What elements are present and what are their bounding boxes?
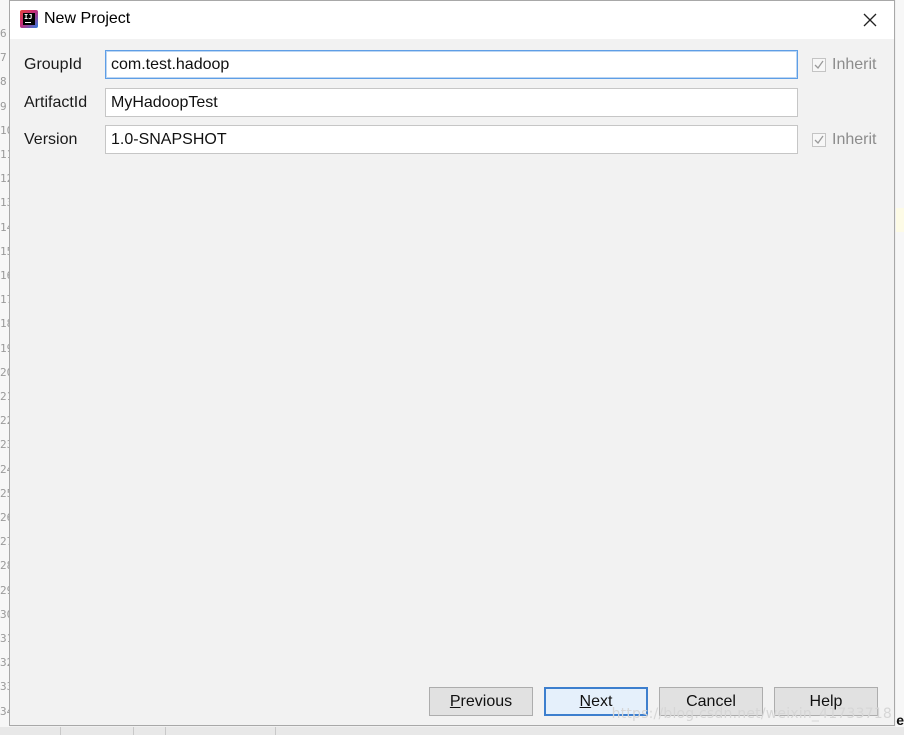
bottom-bar-divider (60, 727, 61, 735)
groupid-inherit-checkbox[interactable]: Inherit (812, 56, 876, 74)
previous-label: revious (460, 692, 513, 710)
previous-button[interactable]: Previous (429, 687, 533, 716)
bottom-bar-divider (165, 727, 166, 735)
watermark-text: https://blog.csdn.net/weixin_41733718 (611, 706, 892, 722)
new-project-dialog: IJ New Project GroupId Inherit ArtifactI… (9, 0, 895, 726)
version-field[interactable] (105, 125, 798, 154)
bottom-bar-divider (133, 727, 134, 735)
version-inherit-checkbox[interactable]: Inherit (812, 131, 876, 149)
groupid-label: GroupId (24, 56, 82, 73)
inherit-label: Inherit (832, 56, 877, 73)
dialog-titlebar[interactable]: IJ New Project (10, 1, 894, 39)
artifactid-field[interactable] (105, 88, 798, 117)
background-edge-glyph: e (896, 712, 904, 728)
intellij-idea-icon: IJ (20, 10, 38, 28)
checkmark-icon (814, 60, 824, 70)
editor-bottom-bar (0, 727, 904, 735)
next-label: ext (591, 692, 613, 710)
inherit-label: Inherit (832, 131, 877, 148)
next-mnemonic: N (579, 692, 592, 710)
checkmark-icon (814, 135, 824, 145)
checkbox[interactable] (812, 133, 826, 147)
version-label: Version (24, 131, 78, 148)
close-button[interactable] (858, 8, 882, 32)
dialog-title: New Project (44, 10, 131, 27)
artifactid-label: ArtifactId (24, 94, 88, 111)
close-icon (863, 13, 877, 27)
editor-highlight-line (896, 208, 904, 232)
bottom-bar-divider (275, 727, 276, 735)
editor-right-edge (896, 0, 904, 735)
checkbox[interactable] (812, 58, 826, 72)
groupid-field[interactable] (105, 50, 798, 79)
previous-mnemonic: P (449, 692, 461, 710)
